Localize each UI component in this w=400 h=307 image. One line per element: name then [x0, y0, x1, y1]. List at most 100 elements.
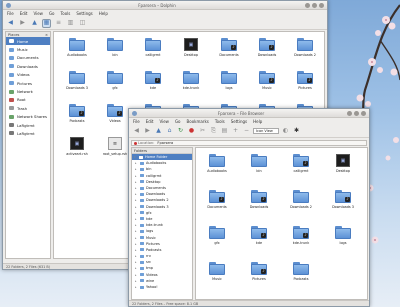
- places-item-device-2[interactable]: LaRgtrmt: [6, 129, 50, 137]
- file-item[interactable]: bin: [242, 152, 276, 182]
- file-item[interactable]: Podcasts: [284, 260, 318, 290]
- file-item[interactable]: ♪ Downloads 3: [326, 188, 360, 218]
- tree-item[interactable]: ▸ Yahoo!: [132, 284, 192, 290]
- menu-settings[interactable]: Settings: [231, 119, 247, 124]
- dolphin-titlebar[interactable]: Fparsera – Dolphin: [3, 1, 327, 10]
- expand-arrow-icon[interactable]: ▸: [135, 242, 138, 246]
- file-item[interactable]: gfx: [200, 224, 234, 254]
- expand-arrow-icon[interactable]: ▸: [135, 266, 138, 270]
- zoom-in-icon[interactable]: +: [231, 127, 240, 136]
- menu-help[interactable]: Help: [253, 119, 262, 124]
- back-icon[interactable]: ◀: [132, 127, 141, 136]
- file-item[interactable]: ♪ Pictures: [288, 69, 322, 99]
- file-item[interactable]: ♪ Downloads: [250, 36, 284, 66]
- menu-view[interactable]: View: [159, 119, 169, 124]
- places-item-network-shares[interactable]: Network Shares: [6, 113, 50, 121]
- menu-edit[interactable]: Edit: [20, 11, 28, 16]
- close-icon[interactable]: [319, 2, 324, 8]
- file-item[interactable]: logs: [212, 69, 246, 99]
- file-item[interactable]: ♪ Videos: [98, 102, 132, 132]
- zoom-out-icon[interactable]: −: [242, 127, 251, 136]
- file-item[interactable]: ♪ kde: [136, 69, 170, 99]
- places-item-home[interactable]: Home: [6, 37, 50, 46]
- file-item[interactable]: ♪ Documents: [200, 188, 234, 218]
- file-item[interactable]: logs: [326, 224, 360, 254]
- cut-icon[interactable]: ✂: [198, 127, 207, 136]
- expand-arrow-icon[interactable]: ▸: [135, 236, 138, 240]
- view-mode-select[interactable]: Icon View: [253, 128, 279, 134]
- location-bar[interactable]: Location: Fparsera: [131, 140, 367, 146]
- maximize-icon[interactable]: [354, 110, 359, 116]
- paste-icon[interactable]: ▤: [220, 127, 229, 136]
- minimize-icon[interactable]: [305, 2, 310, 8]
- expand-arrow-icon[interactable]: ▸: [135, 223, 138, 227]
- close-icon[interactable]: [361, 110, 366, 116]
- file-item[interactable]: ▣ Desktop: [174, 36, 208, 66]
- stop-icon[interactable]: ●: [187, 127, 196, 136]
- file-item[interactable]: ♪ Documents: [212, 36, 246, 66]
- file-item[interactable]: Downloads 2: [284, 188, 318, 218]
- menu-file[interactable]: File: [7, 11, 14, 16]
- forward-icon[interactable]: ▶: [18, 19, 27, 28]
- file-item[interactable]: ♪ Music: [250, 69, 284, 99]
- split-view-icon[interactable]: ◫: [78, 19, 87, 28]
- reload-icon[interactable]: ↻: [176, 127, 185, 136]
- places-item-root[interactable]: Root: [6, 96, 50, 104]
- expand-arrow-icon[interactable]: ▸: [135, 211, 138, 215]
- panel-close-icon[interactable]: ×: [45, 33, 48, 37]
- expand-arrow-icon[interactable]: ▸: [135, 192, 138, 196]
- konqueror-titlebar[interactable]: Fparsera – File Browser: [129, 109, 369, 118]
- file-item[interactable]: Music: [200, 260, 234, 290]
- up-icon[interactable]: ▲: [154, 127, 163, 136]
- expand-arrow-icon[interactable]: ▸: [135, 248, 138, 252]
- copy-icon[interactable]: ⎘: [209, 127, 218, 136]
- expand-arrow-icon[interactable]: ▸: [135, 279, 138, 283]
- columns-view-icon[interactable]: ▥: [66, 19, 75, 28]
- expand-arrow-icon[interactable]: ▸: [135, 205, 138, 209]
- file-item[interactable]: Downloads 2: [288, 36, 322, 66]
- file-item[interactable]: ▣ Desktop: [326, 152, 360, 182]
- file-item[interactable]: Audiobooks: [60, 36, 94, 66]
- expand-arrow-icon[interactable]: ▸: [135, 273, 138, 277]
- menu-go[interactable]: Go: [49, 11, 55, 16]
- file-item[interactable]: ♪ kde-trunk: [284, 224, 318, 254]
- expand-arrow-icon[interactable]: ▸: [135, 174, 138, 178]
- file-item[interactable]: ≡ root_setup.rsh: [98, 135, 132, 165]
- expand-arrow-icon[interactable]: ▸: [135, 198, 138, 202]
- places-item-music[interactable]: Music: [6, 45, 50, 53]
- menu-tools[interactable]: Tools: [61, 11, 71, 16]
- menu-bookmarks[interactable]: Bookmarks: [187, 119, 209, 124]
- file-item[interactable]: ▣ activeart.rsh: [60, 135, 94, 165]
- places-item-trash[interactable]: Trash: [6, 104, 50, 112]
- details-view-icon[interactable]: ≡: [54, 19, 63, 28]
- file-item[interactable]: bin: [98, 36, 132, 66]
- menu-go[interactable]: Go: [175, 119, 181, 124]
- menu-file[interactable]: File: [133, 119, 140, 124]
- file-item[interactable]: kde-trunk: [174, 69, 208, 99]
- places-item-downloads[interactable]: Downloads: [6, 62, 50, 70]
- expand-arrow-icon[interactable]: ▸: [135, 161, 138, 165]
- expand-arrow-icon[interactable]: ▸: [135, 217, 138, 221]
- file-item[interactable]: ♪ Downloads: [242, 188, 276, 218]
- expand-arrow-icon[interactable]: ▸: [135, 254, 138, 258]
- expand-arrow-icon[interactable]: ▸: [135, 186, 138, 190]
- file-item[interactable]: Audiobooks: [200, 152, 234, 182]
- file-item[interactable]: ♪ calligrmt: [284, 152, 318, 182]
- menu-help[interactable]: Help: [99, 11, 108, 16]
- menu-edit[interactable]: Edit: [146, 119, 154, 124]
- file-item[interactable]: Downloads 3: [60, 69, 94, 99]
- icons-view-icon[interactable]: ▦: [42, 18, 51, 28]
- file-item[interactable]: calligrmt: [136, 36, 170, 66]
- places-item-pictures[interactable]: Pictures: [6, 79, 50, 87]
- expand-arrow-icon[interactable]: ▸: [135, 285, 138, 289]
- menu-view[interactable]: View: [33, 11, 43, 16]
- file-item[interactable]: gfx: [98, 69, 132, 99]
- places-item-videos[interactable]: Videos: [6, 71, 50, 79]
- file-item[interactable]: ♪ Pictures: [242, 260, 276, 290]
- konqueror-file-view[interactable]: Audiobooks bin ♪ calligrmt ▣ Desktop ♪ Document…: [195, 147, 368, 300]
- places-item-network[interactable]: Network: [6, 87, 50, 95]
- maximize-icon[interactable]: [312, 2, 317, 8]
- menu-settings[interactable]: Settings: [76, 11, 92, 16]
- back-icon[interactable]: ◀: [6, 19, 15, 28]
- preview-icon[interactable]: ◐: [281, 127, 290, 136]
